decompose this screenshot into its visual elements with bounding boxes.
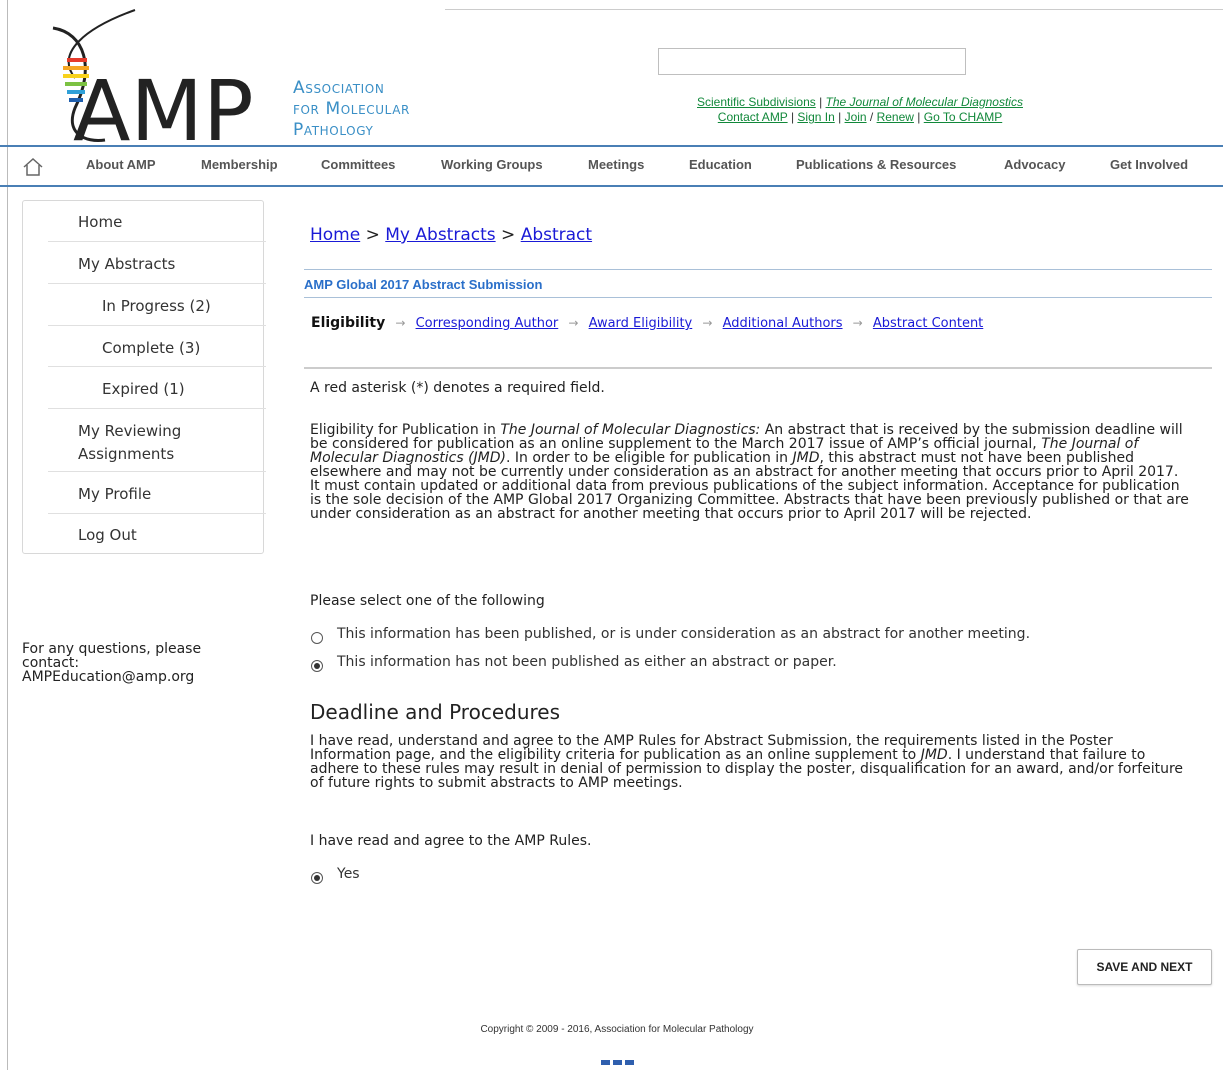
link-renew[interactable]: Renew (877, 110, 914, 124)
step-award-eligibility[interactable]: Award Eligibility (589, 316, 693, 331)
option-label: This information has been published, or … (337, 626, 1031, 642)
link-go-to-champ[interactable]: Go To CHAMP (924, 110, 1002, 124)
sidebar-item-my-reviewing-assignments[interactable]: My Reviewing Assignments (48, 409, 266, 472)
copyright: Copyright © 2009 - 2016, Association for… (480, 1024, 754, 1035)
step-current: Eligibility (311, 315, 386, 331)
link-journal-molecular-diagnostics[interactable]: The Journal of Molecular Diagnostics (826, 95, 1023, 109)
sidebar-item-complete[interactable]: Complete (3) (48, 326, 266, 367)
sidebar: Home My Abstracts In Progress (2) Comple… (22, 200, 266, 555)
sidebar-item-in-progress[interactable]: In Progress (2) (48, 284, 266, 326)
nav-advocacy[interactable]: Advocacy (1004, 147, 1065, 185)
submission-title: AMP Global 2017 Abstract Submission (304, 277, 543, 292)
nav-about-amp[interactable]: About AMP (86, 147, 156, 185)
select-prompt: Please select one of the following (310, 593, 545, 609)
arrow-right-icon: → (852, 316, 863, 330)
breadcrumb: Home > My Abstracts > Abstract (310, 225, 592, 245)
nav-education[interactable]: Education (689, 147, 752, 185)
eligibility-text: Eligibility for Publication in The Journ… (310, 423, 1190, 521)
link-sign-in[interactable]: Sign In (797, 110, 834, 124)
step-additional-authors[interactable]: Additional Authors (723, 316, 843, 331)
option-label: Yes (337, 866, 360, 882)
step-corresponding-author[interactable]: Corresponding Author (416, 316, 559, 331)
contact-info: For any questions, please contact: AMPEd… (22, 641, 202, 685)
logo-text-line3: Pathology (293, 120, 374, 140)
utility-links: Scientific Subdivisions | The Journal of… (697, 95, 1023, 124)
nav-publications-resources[interactable]: Publications & Resources (796, 147, 956, 185)
nav-get-involved[interactable]: Get Involved (1110, 147, 1188, 185)
logo-text: Association for Molecular Pathology (293, 78, 410, 141)
deadline-heading: Deadline and Procedures (310, 700, 560, 724)
deadline-text: I have read, understand and agree to the… (310, 734, 1190, 790)
nav-membership[interactable]: Membership (201, 147, 278, 185)
agree-prompt: I have read and agree to the AMP Rules. (310, 833, 592, 849)
divider (304, 367, 1212, 369)
link-join[interactable]: Join (845, 110, 867, 124)
home-icon[interactable] (22, 157, 44, 177)
sidebar-item-home[interactable]: Home (48, 201, 266, 242)
amp-logo[interactable]: AMP (45, 8, 285, 148)
arrow-right-icon: → (568, 316, 579, 330)
nav-meetings[interactable]: Meetings (588, 147, 644, 185)
radio-button-selected[interactable] (311, 872, 323, 884)
link-scientific-subdivisions[interactable]: Scientific Subdivisions (697, 95, 816, 109)
logo-text-line1: Association (293, 78, 385, 98)
save-and-next-button[interactable]: SAVE AND NEXT (1077, 949, 1212, 985)
nav-rule (0, 185, 1223, 187)
option-label: This information has not been published … (337, 654, 837, 670)
radio-button[interactable] (311, 632, 323, 644)
search-input[interactable] (658, 48, 966, 75)
breadcrumb-separator: > (365, 225, 380, 245)
main-nav: About AMP Membership Committees Working … (0, 147, 1223, 185)
required-note: A red asterisk (*) denotes a required fi… (310, 380, 605, 396)
arrow-right-icon: → (702, 316, 713, 330)
breadcrumb-home[interactable]: Home (310, 225, 360, 245)
arrow-right-icon: → (395, 316, 406, 330)
divider (304, 269, 1212, 270)
logo-letters: AMP (73, 62, 254, 148)
footer-logo-icon (601, 1060, 634, 1065)
breadcrumb-separator: > (501, 225, 516, 245)
sidebar-item-my-abstracts[interactable]: My Abstracts (48, 242, 266, 284)
sidebar-item-log-out[interactable]: Log Out (48, 514, 266, 555)
logo-text-line2: for Molecular (293, 99, 410, 119)
sidebar-item-expired[interactable]: Expired (1) (48, 367, 266, 409)
nav-working-groups[interactable]: Working Groups (441, 147, 543, 185)
page-frame-top (445, 9, 1223, 10)
breadcrumb-my-abstracts[interactable]: My Abstracts (385, 225, 495, 245)
step-navigation: Eligibility → Corresponding Author → Awa… (311, 315, 983, 331)
divider (304, 297, 1212, 298)
radio-button-selected[interactable] (311, 660, 323, 672)
nav-committees[interactable]: Committees (321, 147, 395, 185)
step-abstract-content[interactable]: Abstract Content (873, 316, 983, 331)
breadcrumb-abstract[interactable]: Abstract (521, 225, 592, 245)
sidebar-item-my-profile[interactable]: My Profile (48, 472, 266, 514)
link-contact-amp[interactable]: Contact AMP (718, 110, 788, 124)
